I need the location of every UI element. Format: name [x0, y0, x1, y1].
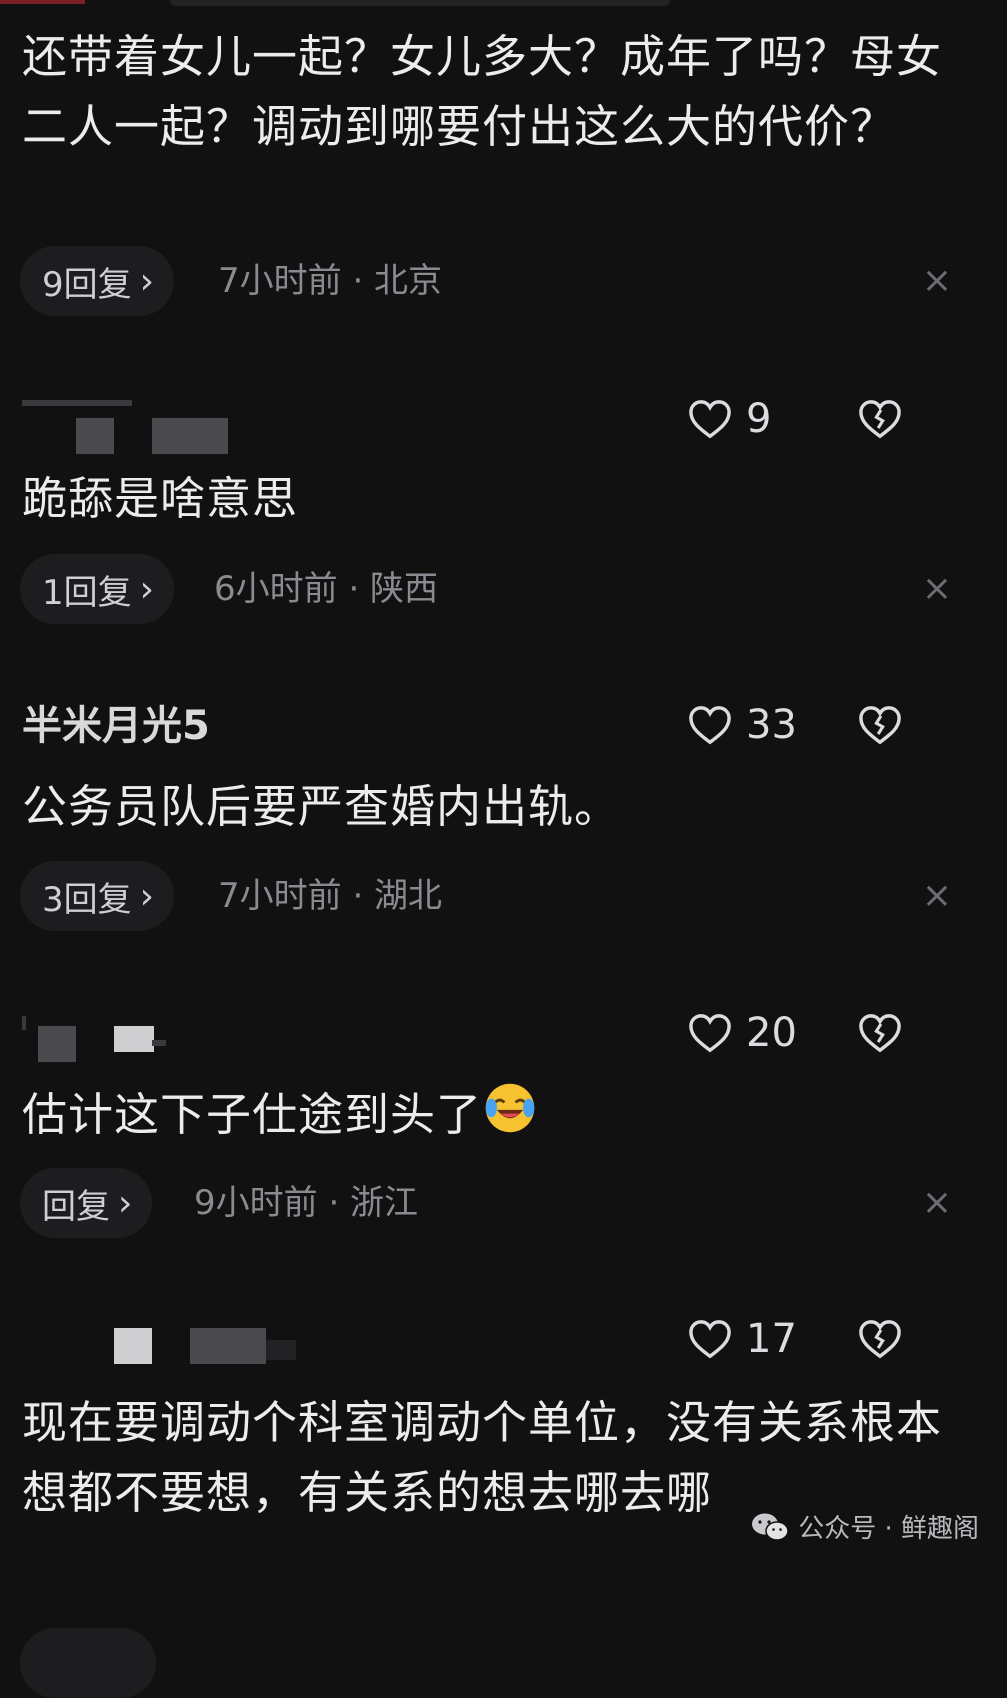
close-icon[interactable]: × — [917, 1168, 957, 1238]
comment-text: 估计这下子仕途到头了 — [22, 1080, 967, 1150]
like-button[interactable]: 17 — [688, 1314, 797, 1364]
dislike-button[interactable] — [858, 394, 902, 444]
comment-text: 公务员队后要严查婚内出轨。 — [22, 780, 621, 833]
reply-label: 9回复 — [42, 264, 132, 305]
like-count: 17 — [746, 1316, 797, 1362]
chevron-right-icon: › — [139, 568, 155, 610]
heart-outline-icon — [689, 400, 731, 439]
heart-outline-icon — [689, 1014, 731, 1053]
reply-button[interactable]: 3回复 › — [20, 861, 175, 931]
comment-meta-row: 回复 › 9小时前 · 浙江 × — [20, 1168, 957, 1238]
close-icon[interactable]: × — [917, 554, 957, 624]
comment-text-content: 估计这下子仕途到头了 — [22, 1088, 483, 1141]
close-icon[interactable]: × — [917, 861, 957, 931]
like-button[interactable]: 33 — [688, 700, 797, 750]
comment-meta-row: 3回复 › 7小时前 · 湖北 × — [20, 861, 957, 931]
broken-heart-icon — [859, 1014, 901, 1053]
broken-heart-icon — [859, 400, 901, 439]
top-accent-bar — [0, 0, 85, 4]
reply-button[interactable]: 9回复 › — [20, 246, 175, 316]
reply-button[interactable]: 1回复 › — [20, 554, 175, 624]
broken-heart-icon — [859, 1320, 901, 1359]
like-button[interactable]: 9 — [688, 394, 771, 444]
wechat-logo-icon — [752, 1513, 789, 1541]
dislike-button[interactable] — [858, 700, 902, 750]
comment-meta-row: 1回复 › 6小时前 · 陕西 × — [20, 554, 957, 624]
time-location: 7小时前 · 北京 — [218, 261, 443, 301]
heart-outline-icon — [689, 1320, 731, 1359]
watermark: 公众号 · 鲜趣阁 — [750, 1508, 979, 1545]
reply-label: 3回复 — [42, 879, 132, 920]
top-bar-fragment — [170, 0, 670, 6]
time-location: 7小时前 · 湖北 — [218, 876, 443, 916]
dislike-button[interactable] — [858, 1314, 902, 1364]
close-icon[interactable]: × — [917, 246, 957, 316]
chevron-right-icon: › — [118, 1182, 133, 1224]
heart-outline-icon — [689, 706, 731, 745]
comment-meta-row: 9回复 › 7小时前 · 北京 × — [20, 246, 957, 316]
comment-text: 跪舔是啥意思 — [22, 472, 299, 525]
comment-text: 还带着女儿一起？女儿多大？成年了吗？母女二人一起？调动到哪要付出这么大的代价？ — [22, 30, 943, 153]
broken-heart-icon — [859, 706, 901, 745]
reply-label: 回复 — [42, 1186, 110, 1227]
like-button[interactable]: 20 — [688, 1008, 797, 1058]
username[interactable]: 半米月光5 — [22, 702, 210, 750]
watermark-label: 公众号 · 鲜趣阁 — [798, 1514, 979, 1544]
chevron-right-icon: › — [139, 260, 155, 302]
time-location: 6小时前 · 陕西 — [214, 569, 439, 609]
dislike-button[interactable] — [858, 1008, 902, 1058]
reply-label: 1回复 — [42, 572, 132, 613]
chevron-right-icon: › — [139, 875, 155, 917]
comment-text: 现在要调动个科室调动个单位，没有关系根本想都不要想，有关系的想去哪去哪 — [22, 1396, 943, 1519]
reply-button-partial[interactable] — [20, 1628, 156, 1698]
laughing-crying-emoji-icon — [485, 1083, 535, 1133]
like-count: 20 — [746, 1010, 797, 1056]
like-count: 33 — [746, 702, 797, 748]
time-location: 9小时前 · 浙江 — [194, 1183, 419, 1223]
reply-button[interactable]: 回复 › — [20, 1168, 153, 1238]
like-count: 9 — [746, 396, 772, 442]
